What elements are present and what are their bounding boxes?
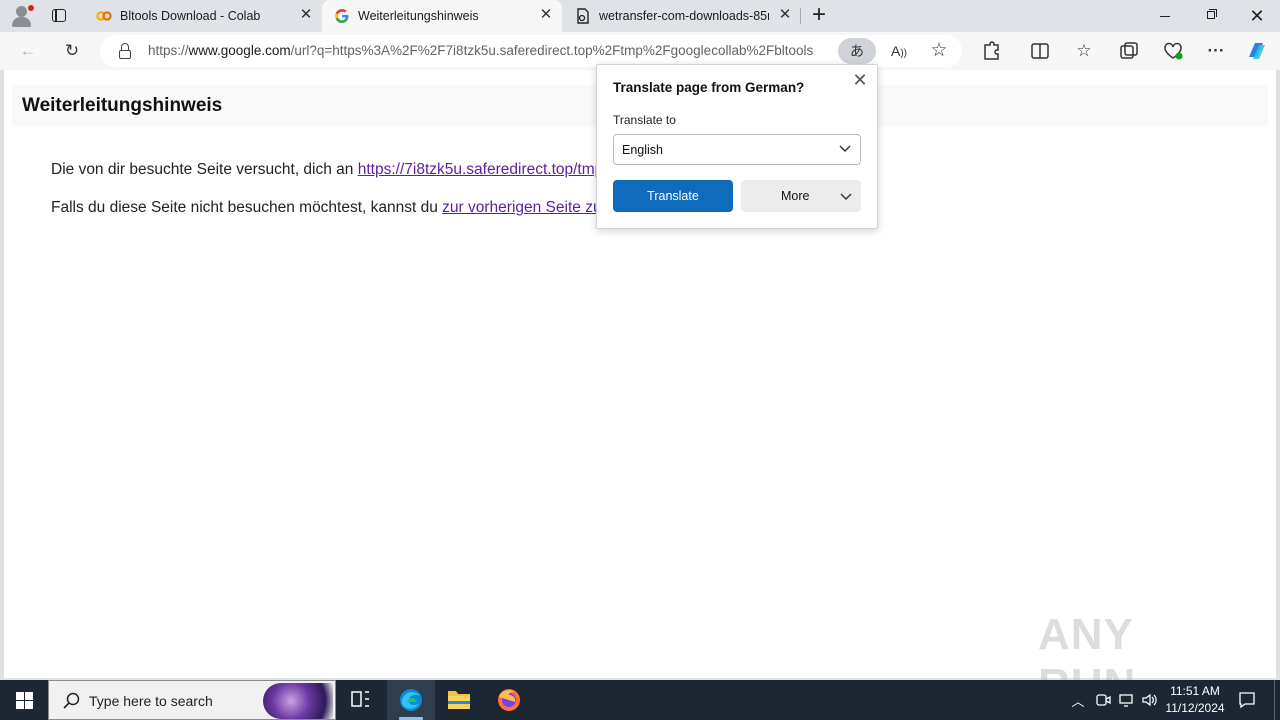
page-title: Weiterleitungshinweis — [22, 95, 223, 116]
browser-essentials-icon[interactable] — [1159, 40, 1187, 62]
firefox-icon[interactable] — [485, 680, 533, 720]
tab-divider — [800, 8, 801, 24]
favorites-icon[interactable]: ☆ — [1070, 38, 1098, 64]
notifications-icon[interactable] — [1237, 690, 1257, 710]
selected-language: English — [622, 143, 663, 157]
translate-icon[interactable]: あ — [838, 38, 876, 64]
network-icon[interactable] — [1118, 691, 1136, 709]
system-clock[interactable]: 11:51 AM 11/12/2024 — [1160, 683, 1230, 717]
favorite-star-icon[interactable]: ☆ — [920, 38, 958, 64]
edge-taskbar-icon[interactable] — [387, 680, 435, 720]
anyrun-watermark: ANY RUN — [1038, 610, 1135, 709]
close-window-button[interactable]: ✕ — [1234, 0, 1280, 32]
google-icon — [335, 9, 349, 23]
redirect-text: Die von dir besuchte Seite versucht, dic… — [51, 161, 358, 178]
colab-icon — [96, 11, 112, 21]
minimize-button[interactable] — [1142, 0, 1188, 32]
back-icon[interactable]: ← — [14, 38, 42, 64]
restore-button[interactable] — [1188, 0, 1234, 32]
more-button[interactable]: More — [741, 180, 861, 212]
tab-title: Bltools Download - Colab — [120, 9, 261, 23]
new-tab-button[interactable]: + — [808, 3, 830, 27]
tab-close-icon[interactable]: ✕ — [538, 7, 554, 23]
popup-close-icon[interactable]: ✕ — [851, 71, 869, 89]
tab-title: wetransfer-com-downloads-85nf — [599, 9, 769, 23]
refresh-icon[interactable]: ↻ — [58, 38, 86, 64]
translate-button[interactable]: Translate — [613, 180, 733, 212]
more-options-icon[interactable]: ··· — [1202, 38, 1230, 64]
tab-weiterleitungshinweis[interactable]: Weiterleitungshinweis ✕ — [322, 0, 562, 32]
back-notice: Falls du diese Seite nicht besuchen möch… — [51, 199, 602, 217]
tab-actions-icon[interactable] — [48, 6, 70, 26]
chevron-down-icon — [839, 145, 851, 152]
tab-close-icon[interactable]: ✕ — [777, 7, 793, 23]
volume-icon[interactable] — [1141, 691, 1159, 709]
document-icon — [577, 8, 589, 24]
language-select[interactable]: English — [613, 134, 861, 165]
translate-to-label: Translate to — [613, 113, 676, 127]
search-placeholder: Type here to search — [89, 693, 213, 709]
task-view-icon[interactable] — [336, 680, 384, 720]
tab-strip: Bltools Download - Colab ✕ Weiterleitung… — [0, 0, 1280, 32]
back-text: Falls du diese Seite nicht besuchen möch… — [51, 199, 443, 216]
tab-close-icon[interactable]: ✕ — [298, 7, 314, 23]
url-prefix: https:// — [148, 43, 189, 58]
collections-icon[interactable] — [1115, 40, 1143, 62]
extensions-icon[interactable] — [977, 40, 1005, 62]
popup-title: Translate page from German? — [613, 80, 805, 95]
split-screen-icon[interactable] — [1026, 40, 1054, 62]
read-aloud-icon[interactable]: A)) — [880, 38, 918, 64]
more-button-label: More — [781, 189, 810, 203]
file-explorer-icon[interactable] — [435, 680, 483, 720]
clock-time: 11:51 AM — [1170, 684, 1220, 698]
translate-popup: Translate page from German? ✕ Translate … — [596, 64, 878, 229]
url-text[interactable]: https://www.google.com/url?q=https%3A%2F… — [148, 43, 828, 58]
meet-now-icon[interactable] — [1094, 691, 1112, 709]
address-bar[interactable]: https://www.google.com/url?q=https%3A%2F… — [100, 35, 962, 67]
redirect-notice: Die von dir besuchte Seite versucht, dic… — [51, 161, 603, 179]
show-hidden-icons-icon[interactable]: ︿ — [1068, 691, 1088, 720]
url-path: /url?q=https%3A%2F%2F7i8tzk5u.saferedire… — [290, 43, 814, 58]
chevron-down-icon — [840, 193, 852, 200]
tab-title: Weiterleitungshinweis — [358, 9, 479, 23]
clock-date: 11/12/2024 — [1165, 701, 1225, 715]
taskbar: Type here to search ︿ 11:51 AM 11/12/202… — [0, 680, 1280, 720]
tab-wetransfer[interactable]: wetransfer-com-downloads-85nf ✕ — [563, 0, 800, 32]
search-highlight-image — [263, 683, 333, 719]
url-domain: www.google.com — [188, 43, 291, 58]
previous-page-link[interactable]: zur vorherigen Seite zu — [442, 199, 601, 216]
browser-window: Bltools Download - Colab ✕ Weiterleitung… — [0, 0, 1280, 720]
lock-icon[interactable] — [118, 43, 132, 59]
redirect-link[interactable]: https://7i8tzk5u.saferedirect.top/tmp — [358, 161, 604, 178]
tab-colab[interactable]: Bltools Download - Colab ✕ — [84, 0, 321, 32]
start-button[interactable] — [0, 680, 48, 720]
copilot-icon[interactable] — [1243, 39, 1271, 63]
search-icon — [63, 692, 80, 709]
show-desktop-button[interactable] — [1274, 680, 1275, 720]
taskbar-search[interactable]: Type here to search — [48, 680, 336, 720]
notification-dot — [28, 5, 34, 11]
profile-avatar[interactable] — [8, 3, 36, 29]
